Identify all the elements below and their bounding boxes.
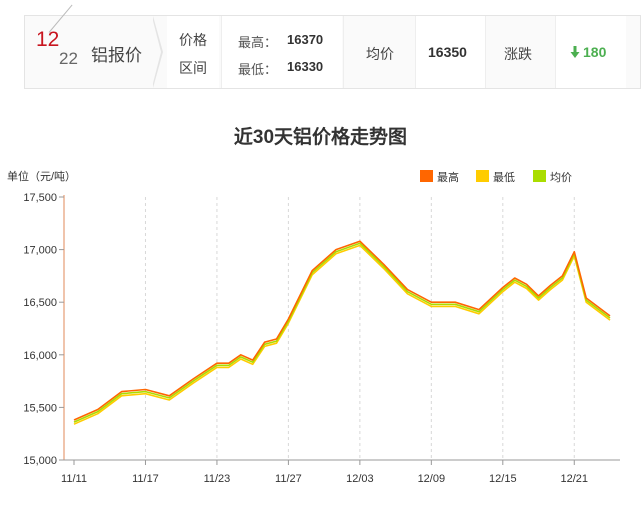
x-tick-label-6: 12/15 (489, 473, 517, 485)
series-line-low (73, 244, 611, 425)
y-tick-label-2: 16,000 (23, 350, 57, 362)
x-tick-label-3: 11/27 (275, 473, 302, 485)
x-tick-label-5: 12/09 (418, 473, 446, 485)
y-tick-label-5: 17,500 (23, 192, 57, 204)
y-tick-label-4: 17,000 (23, 245, 57, 257)
x-tick-label-1: 11/17 (132, 473, 159, 485)
price-line-chart: 15,000 15,500 16,000 16,500 17,000 17,500 11/1… (23, 192, 620, 485)
y-tick-label-3: 16,500 (23, 297, 57, 309)
x-tick-label-2: 11/23 (204, 473, 231, 485)
x-tick-label-4: 12/03 (346, 473, 374, 485)
x-tick-label-0: 11/11 (61, 473, 87, 485)
y-tick-label-0: 15,000 (23, 455, 57, 467)
x-tick-label-7: 12/21 (561, 473, 589, 485)
y-tick-label-1: 15,500 (23, 402, 57, 414)
